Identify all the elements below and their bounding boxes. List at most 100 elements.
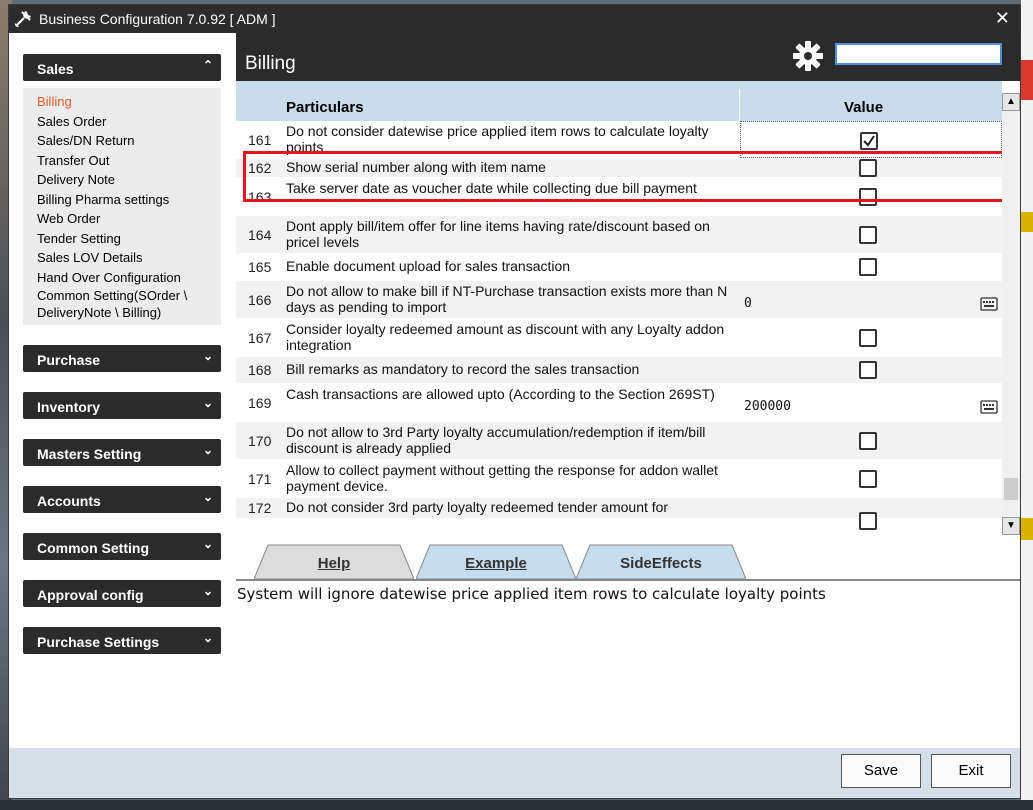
checkbox[interactable] bbox=[859, 329, 877, 347]
sidebar-item-label: Common Setting(SOrder \ bbox=[37, 288, 188, 303]
tab-help[interactable]: Help bbox=[254, 543, 414, 579]
sidebar-section-inventory[interactable]: Inventory ⌄ bbox=[23, 392, 221, 419]
section-label: Purchase bbox=[37, 352, 101, 368]
sidebar-section-masters[interactable]: Masters Setting ⌄ bbox=[23, 439, 221, 466]
table-row[interactable]: 170 Do not allow to 3rd Party loyalty acc… bbox=[236, 422, 1002, 460]
checkbox[interactable] bbox=[859, 512, 877, 530]
section-label: Common Setting bbox=[37, 540, 149, 556]
sidebar-item-sales-dn-return[interactable]: Sales/DN Return bbox=[37, 131, 221, 151]
row-text: Show serial number along with item name bbox=[286, 159, 546, 175]
table-row[interactable]: 166 Do not allow to make bill if NT-Purch… bbox=[236, 281, 1002, 319]
keyboard-icon[interactable] bbox=[980, 400, 998, 414]
sidebar-section-purchase[interactable]: Purchase ⌄ bbox=[23, 345, 221, 372]
chevron-down-icon: ⌄ bbox=[202, 584, 213, 598]
table-row[interactable]: 163 Take server date as voucher date whil… bbox=[236, 178, 1002, 216]
section-label: Approval config bbox=[37, 587, 144, 603]
row-number: 161 bbox=[248, 132, 272, 148]
sidebar-section-approval[interactable]: Approval config ⌄ bbox=[23, 580, 221, 607]
row-text: Do not allow to 3rd Party loyalty accumu… bbox=[286, 424, 706, 456]
vertical-scrollbar[interactable]: ▲ ▼ bbox=[1002, 93, 1020, 535]
tab-bar: Help Example SideEffects bbox=[236, 539, 1020, 583]
sidebar-item-delivery-note[interactable]: Delivery Note bbox=[37, 170, 221, 190]
checkbox-checked[interactable] bbox=[860, 132, 878, 150]
row-value-text[interactable]: 200000 bbox=[744, 399, 791, 414]
checkbox[interactable] bbox=[859, 361, 877, 379]
row-number: 164 bbox=[248, 227, 272, 243]
row-value-cell bbox=[740, 498, 1002, 530]
row-text: Allow to collect payment without getting… bbox=[286, 462, 718, 494]
row-value-text[interactable]: 0 bbox=[744, 296, 752, 311]
row-value-cell: 0 bbox=[740, 281, 1002, 318]
checkbox[interactable] bbox=[859, 432, 877, 450]
row-value-cell bbox=[740, 319, 1002, 356]
chevron-up-icon: ⌃ bbox=[202, 58, 213, 72]
config-window: Business Configuration 7.0.92 [ ADM ] ✕ … bbox=[8, 4, 1021, 799]
row-text: Cash transactions are allowed upto (Acco… bbox=[286, 386, 715, 402]
sidebar-section-sales[interactable]: Sales ⌃ bbox=[23, 54, 221, 81]
table-row[interactable]: 167 Consider loyalty redeemed amount as d… bbox=[236, 319, 1002, 357]
sidebar-section-purchase-settings[interactable]: Purchase Settings ⌄ bbox=[23, 627, 221, 654]
close-icon[interactable]: ✕ bbox=[995, 8, 1010, 29]
sales-submenu: Billing Sales Order Sales/DN Return Tran… bbox=[23, 88, 221, 325]
table-row[interactable]: 164 Dont apply bill/item offer for line i… bbox=[236, 216, 1002, 254]
exit-button[interactable]: Exit bbox=[931, 754, 1011, 788]
chevron-down-icon: ⌄ bbox=[202, 443, 213, 457]
sidebar-section-common[interactable]: Common Setting ⌄ bbox=[23, 533, 221, 560]
row-value-cell bbox=[740, 121, 1002, 158]
settings-grid: Particulars Value 161 Do not consider dat… bbox=[236, 81, 1020, 535]
check-icon bbox=[863, 135, 875, 147]
sidebar-section-accounts[interactable]: Accounts ⌄ bbox=[23, 486, 221, 513]
section-label: Purchase Settings bbox=[37, 634, 160, 650]
grid-rows: 161 Do not consider datewise price applie… bbox=[236, 121, 1002, 530]
sidebar-item-tender-setting[interactable]: Tender Setting bbox=[37, 229, 221, 249]
table-row[interactable]: 172 Do not consider 3rd party loyalty red… bbox=[236, 498, 1002, 530]
checkbox[interactable] bbox=[859, 188, 877, 206]
search-input[interactable] bbox=[835, 43, 1002, 65]
tab-side-effects[interactable]: SideEffects bbox=[576, 543, 746, 579]
scroll-up-icon[interactable]: ▲ bbox=[1002, 93, 1020, 111]
taskbar bbox=[0, 800, 1033, 810]
checkbox[interactable] bbox=[859, 226, 877, 244]
sidebar-item-billing-pharma[interactable]: Billing Pharma settings bbox=[37, 190, 221, 210]
table-row[interactable]: 161 Do not consider datewise price applie… bbox=[236, 121, 1002, 159]
gear-icon[interactable] bbox=[792, 40, 824, 72]
table-row[interactable]: 162 Show serial number along with item na… bbox=[236, 159, 1002, 178]
main-header: Billing bbox=[236, 33, 1020, 81]
checkbox[interactable] bbox=[859, 159, 877, 177]
sidebar-item-sales-lov[interactable]: Sales LOV Details bbox=[37, 248, 221, 268]
save-label: Save bbox=[863, 762, 899, 779]
sidebar-item-transfer-out[interactable]: Transfer Out bbox=[37, 151, 221, 171]
chevron-down-icon: ⌄ bbox=[202, 490, 213, 504]
scroll-down-icon[interactable]: ▼ bbox=[1002, 517, 1020, 535]
sidebar-item-web-order[interactable]: Web Order bbox=[37, 209, 221, 229]
chevron-down-icon: ⌄ bbox=[202, 349, 213, 363]
row-value-cell bbox=[740, 357, 1002, 383]
row-text: Do not allow to make bill if NT-Purchase… bbox=[286, 283, 728, 315]
tab-example[interactable]: Example bbox=[416, 543, 576, 579]
sidebar-item-sales-order[interactable]: Sales Order bbox=[37, 112, 221, 132]
chevron-down-icon: ⌄ bbox=[202, 537, 213, 551]
row-value-cell bbox=[740, 216, 1002, 253]
table-row[interactable]: 165 Enable document upload for sales tran… bbox=[236, 254, 1002, 281]
tab-label: Help bbox=[317, 555, 351, 572]
sidebar-item-hand-over[interactable]: Hand Over Configuration bbox=[37, 268, 221, 288]
checkbox[interactable] bbox=[859, 470, 877, 488]
table-row[interactable]: 168 Bill remarks as mandatory to record t… bbox=[236, 357, 1002, 384]
row-number: 171 bbox=[248, 471, 272, 487]
keyboard-icon[interactable] bbox=[980, 297, 998, 311]
save-button[interactable]: Save bbox=[841, 754, 921, 788]
table-row[interactable]: 171 Allow to collect payment without gett… bbox=[236, 460, 1002, 498]
checkbox[interactable] bbox=[859, 258, 877, 276]
exit-label: Exit bbox=[958, 762, 984, 779]
row-value-cell bbox=[740, 422, 1002, 459]
tab-label: Example bbox=[465, 555, 527, 572]
sidebar-item-common-setting[interactable]: Common Setting(SOrder \ DeliveryNote \ B… bbox=[37, 287, 221, 321]
scroll-thumb[interactable] bbox=[1004, 478, 1018, 500]
row-value-cell bbox=[740, 178, 1002, 215]
desktop-background-right bbox=[1021, 0, 1033, 810]
sidebar-item-billing[interactable]: Billing bbox=[37, 92, 221, 112]
table-row[interactable]: 169 Cash transactions are allowed upto (A… bbox=[236, 384, 1002, 422]
row-number: 170 bbox=[248, 433, 272, 449]
row-number: 172 bbox=[248, 500, 272, 516]
page-title: Billing bbox=[245, 53, 296, 74]
